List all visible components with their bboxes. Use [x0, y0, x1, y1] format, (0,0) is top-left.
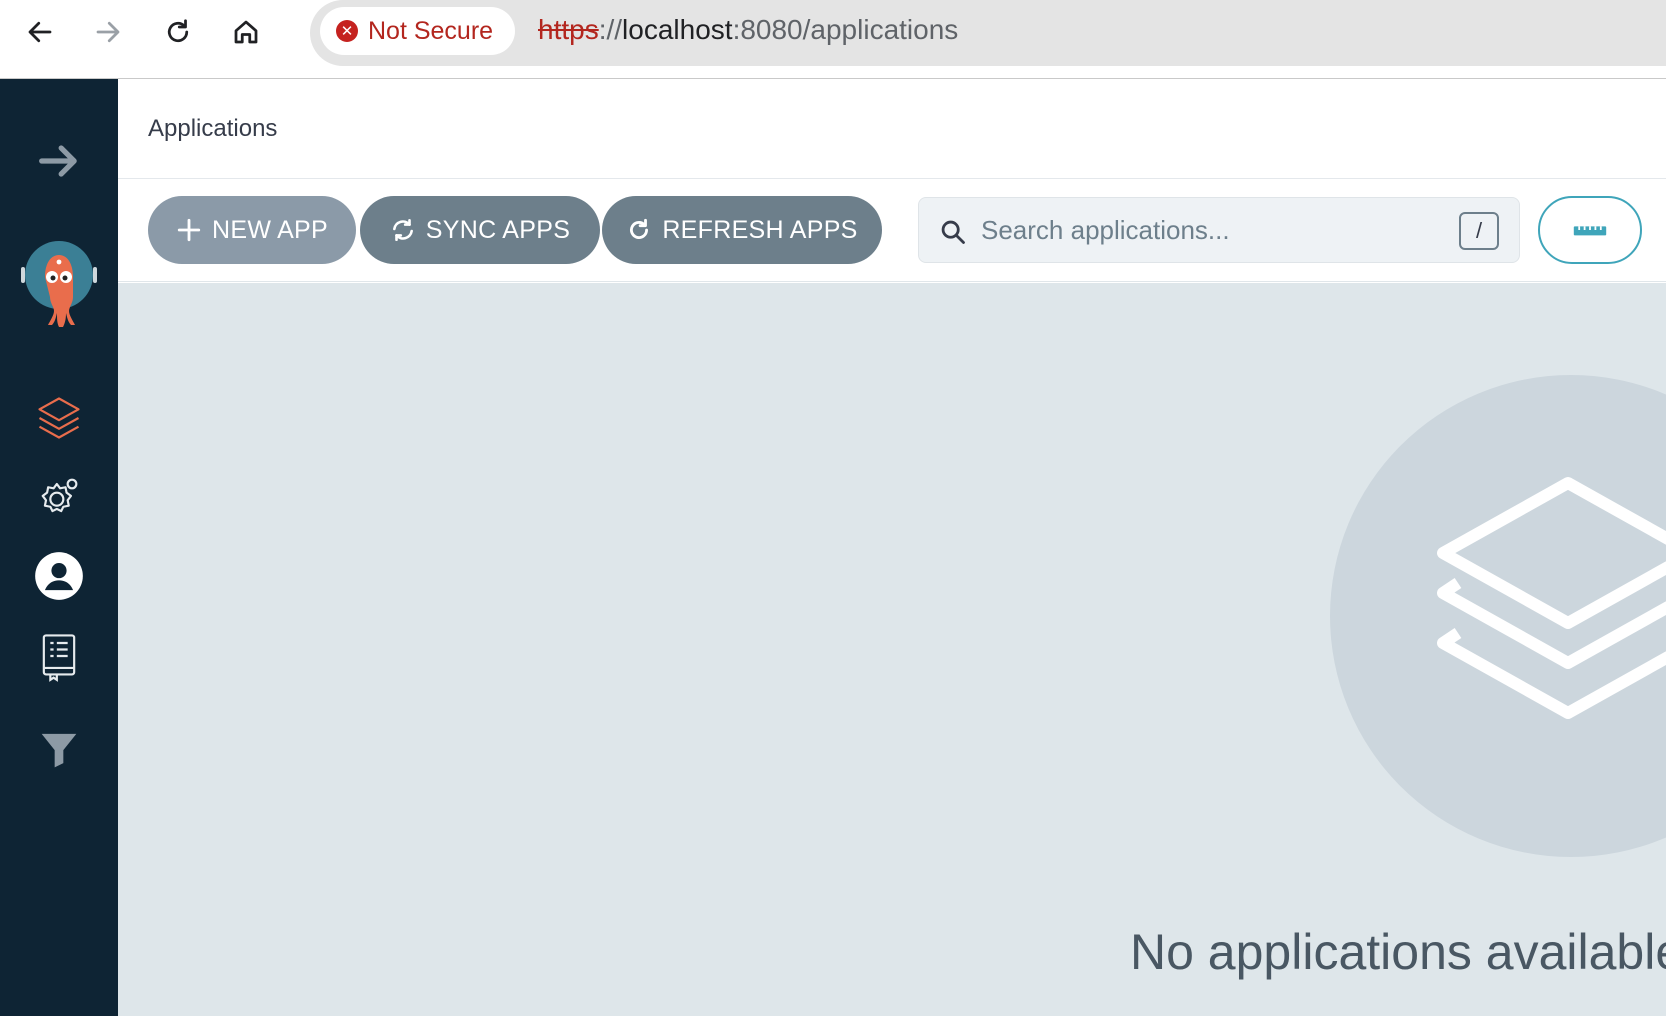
gear-icon — [41, 478, 78, 513]
back-icon — [28, 21, 52, 43]
layers-icon — [1437, 477, 1666, 719]
view-toggle-button[interactable] — [1538, 196, 1642, 264]
reload-button[interactable] — [158, 12, 198, 52]
security-indicator[interactable]: ✕ Not Secure — [320, 7, 516, 55]
url-text[interactable]: https://localhost:8080/applications — [538, 14, 958, 46]
search-box[interactable]: / — [918, 197, 1520, 263]
empty-state-message: No applications available — [1130, 924, 1666, 980]
home-icon — [234, 20, 258, 44]
forward-button[interactable] — [88, 12, 128, 52]
refresh-icon — [630, 218, 649, 239]
url-scheme: https — [538, 14, 599, 45]
arrow-right-icon — [39, 145, 77, 177]
sidebar — [0, 79, 118, 1016]
browser-toolbar: ✕ Not Secure https://localhost:8080/appl… — [0, 0, 1666, 79]
argo-octopus-logo — [21, 241, 97, 327]
home-button[interactable] — [226, 12, 266, 52]
url-separator: :// — [598, 14, 623, 45]
sync-icon — [392, 218, 413, 242]
sidebar-logo[interactable] — [0, 237, 118, 337]
search-shortcut-hint: / — [1459, 212, 1499, 250]
ruler-icon — [1573, 226, 1607, 236]
plus-icon — [177, 218, 201, 242]
sidebar-item-filters[interactable] — [0, 717, 118, 781]
search-icon — [941, 220, 965, 244]
forward-icon — [96, 21, 120, 43]
not-secure-icon: ✕ — [336, 20, 358, 42]
sidebar-item-user-info[interactable] — [0, 544, 118, 608]
page-header: Applications — [118, 79, 1666, 179]
applications-toolbar: NEW APP SYNC APPS REFRESH APPS / — [118, 182, 1666, 282]
back-button[interactable] — [20, 12, 60, 52]
sync-apps-button[interactable]: SYNC APPS — [360, 196, 600, 264]
sidebar-item-expand[interactable] — [0, 129, 118, 193]
filter-icon — [41, 733, 77, 768]
layers-icon — [38, 397, 80, 439]
new-app-label: NEW APP — [211, 215, 329, 244]
sidebar-item-applications[interactable] — [0, 386, 118, 450]
book-icon — [42, 634, 76, 682]
user-circle-icon — [35, 552, 83, 600]
sidebar-item-documentation[interactable] — [0, 624, 118, 688]
security-label: Not Secure — [368, 16, 494, 45]
url-host: localhost — [622, 14, 733, 45]
refresh-apps-label: REFRESH APPS — [662, 215, 858, 244]
page-title: Applications — [148, 115, 278, 142]
sidebar-item-settings[interactable] — [0, 465, 118, 529]
search-input[interactable] — [981, 208, 1441, 252]
reload-icon — [167, 19, 189, 43]
sync-apps-label: SYNC APPS — [425, 215, 571, 244]
new-app-button[interactable]: NEW APP — [148, 196, 356, 264]
applications-main: No applications available — [118, 283, 1666, 1016]
refresh-apps-button[interactable]: REFRESH APPS — [602, 196, 882, 264]
url-path: :8080/applications — [732, 14, 959, 45]
